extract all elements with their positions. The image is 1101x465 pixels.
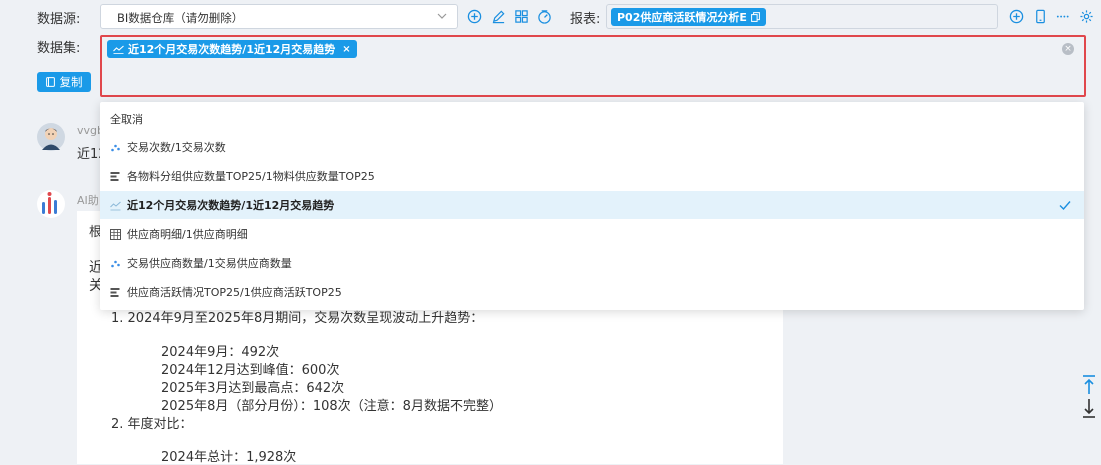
line-icon <box>110 200 121 211</box>
point-2-a: 2024年总计：1,928次 <box>161 450 297 465</box>
datasource-label: 数据源: <box>37 12 81 27</box>
bar-icon <box>110 171 121 182</box>
report-tag-label: P02供应商活跃情况分析E <box>617 11 747 24</box>
clear-icon[interactable]: × <box>1062 43 1074 55</box>
dropdown-item-label: 交易次数/1交易次数 <box>127 141 226 154</box>
dataset-tag-label: 近12个月交易次数趋势/1近12月交易趋势 <box>128 43 336 56</box>
point-1-a: 2024年9月：492次 <box>161 345 280 360</box>
dropdown-item-label: 交易供应商数量/1交易供应商数量 <box>127 257 292 270</box>
table-icon <box>110 228 121 240</box>
report-label: 报表: <box>570 12 601 27</box>
dataset-select[interactable]: 近12个月交易次数趋势/1近12月交易趋势 × × <box>100 35 1086 97</box>
scatter-icon <box>110 142 121 153</box>
line-chart-icon <box>113 45 124 54</box>
copy-icon[interactable] <box>750 12 760 22</box>
dropdown-item[interactable]: 交易次数/1交易次数 <box>100 133 1084 161</box>
point-1-c: 2025年3月达到最高点：642次 <box>161 381 345 396</box>
ai-avatar <box>37 190 65 218</box>
ai-name: AI助 <box>77 194 99 207</box>
report-tag: P02供应商活跃情况分析E <box>611 8 766 26</box>
copy-button-label: 复制 <box>59 75 83 89</box>
report-select[interactable]: P02供应商活跃情况分析E <box>606 4 998 29</box>
point-2: 2. 年度对比： <box>111 417 193 432</box>
dropdown-item-label: 全取消 <box>110 113 143 126</box>
copy-icon <box>45 77 55 87</box>
dropdown-item-deselect-all[interactable]: 全取消 <box>100 105 1084 133</box>
more-icon[interactable] <box>1054 8 1070 24</box>
point-1-b: 2024年12月达到峰值：600次 <box>161 363 340 378</box>
scroll-bottom-icon[interactable] <box>1079 396 1099 420</box>
dropdown-item-label: 近12个月交易次数趋势/1近12月交易趋势 <box>127 199 335 212</box>
scroll-top-icon[interactable] <box>1079 373 1099 397</box>
dataset-label: 数据集: <box>37 41 81 56</box>
dataset-tag: 近12个月交易次数趋势/1近12月交易趋势 × <box>107 40 357 58</box>
bar-icon <box>110 287 121 298</box>
check-icon <box>1059 201 1071 211</box>
grid-icon[interactable] <box>513 8 529 24</box>
settings-icon[interactable] <box>1078 8 1094 24</box>
add-circle-icon[interactable] <box>466 8 482 24</box>
point-1-d: 2025年8月（部分月份）：108次（注意：8月数据不完整） <box>161 399 502 414</box>
datasource-value: BI数据仓库（请勿删除） <box>117 11 244 25</box>
dropdown-item[interactable]: 供应商明细/1供应商明细 <box>100 220 1084 248</box>
scatter-icon <box>110 258 121 269</box>
user-avatar <box>37 123 65 151</box>
copy-button[interactable]: 复制 <box>37 72 91 92</box>
dropdown-item[interactable]: 供应商活跃情况TOP25/1供应商活跃TOP25 <box>100 278 1084 306</box>
mobile-icon[interactable] <box>1032 8 1048 24</box>
dropdown-item[interactable]: 各物料分组供应数量TOP25/1物料供应数量TOP25 <box>100 162 1084 190</box>
add-report-icon[interactable] <box>1008 8 1024 24</box>
dropdown-item-selected[interactable]: 近12个月交易次数趋势/1近12月交易趋势 <box>100 191 1084 219</box>
datasource-select[interactable]: BI数据仓库（请勿删除） <box>100 4 458 29</box>
dropdown-item[interactable]: 交易供应商数量/1交易供应商数量 <box>100 249 1084 277</box>
dropdown-item-label: 供应商明细/1供应商明细 <box>127 228 248 241</box>
dataset-dropdown: 全取消 交易次数/1交易次数 各物料分组供应数量TOP25/1物料供应数量TOP… <box>100 102 1084 310</box>
dropdown-item-label: 供应商活跃情况TOP25/1供应商活跃TOP25 <box>127 286 342 299</box>
dashboard-icon[interactable] <box>536 8 552 24</box>
tag-close-icon[interactable]: × <box>342 44 350 55</box>
chevron-down-icon <box>437 13 447 19</box>
edit-icon[interactable] <box>490 8 506 24</box>
dropdown-item-label: 各物料分组供应数量TOP25/1物料供应数量TOP25 <box>127 170 375 183</box>
